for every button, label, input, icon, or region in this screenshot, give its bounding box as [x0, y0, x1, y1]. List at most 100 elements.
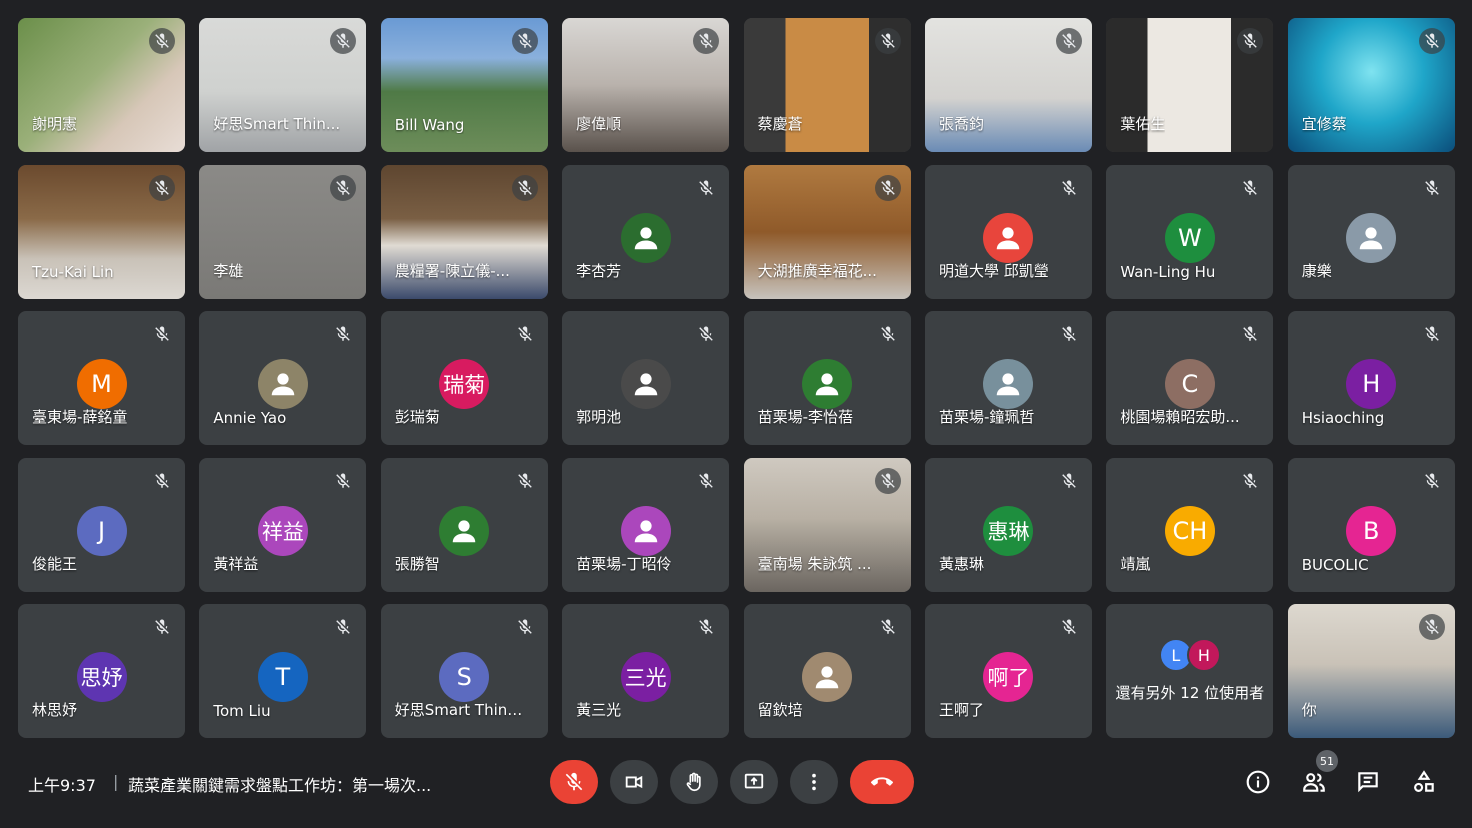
participant-tile[interactable]: 啊了 王啊了 — [924, 604, 1092, 738]
raise-hand-button[interactable] — [670, 760, 718, 804]
camera-toggle-button[interactable] — [610, 760, 658, 804]
mic-off-icon — [1418, 614, 1445, 640]
present-now-button[interactable] — [730, 760, 778, 804]
participant-tile[interactable]: S 好思Smart Thinki... — [380, 604, 548, 738]
more-options-button[interactable] — [790, 760, 838, 804]
participant-tile[interactable]: 你 — [1287, 604, 1455, 738]
participant-name: 李雄 — [213, 261, 244, 280]
participant-name: 彭瑞菊 — [394, 408, 440, 426]
mic-off-icon — [149, 28, 175, 54]
activities-icon — [1414, 770, 1434, 792]
participant-avatar: B — [1346, 505, 1397, 556]
participant-tile[interactable]: H Hsiaoching — [1287, 311, 1455, 445]
participant-tile[interactable]: 思妤 林思妤 — [18, 604, 185, 738]
participant-avatar — [257, 359, 308, 409]
participant-tile[interactable]: 宜修蔡 — [1287, 18, 1455, 152]
participant-name: 臺南場 朱詠筑 ... — [757, 554, 872, 573]
participant-tile[interactable]: 張勝智 — [380, 457, 548, 592]
mic-off-icon — [1419, 175, 1445, 201]
participant-tile[interactable]: 三光 黃三光 — [562, 604, 730, 738]
participant-name: 林思妤 — [32, 701, 78, 719]
mic-off-icon — [693, 321, 719, 347]
mic-off-icon — [511, 28, 538, 54]
participant-tile[interactable]: 廖偉順 — [562, 18, 730, 152]
participant-tile[interactable]: B BUCOLIC — [1287, 457, 1455, 592]
participant-avatar: T — [257, 652, 308, 702]
mic-off-icon — [1237, 321, 1263, 347]
mic-toggle-button[interactable] — [550, 760, 598, 804]
meeting-title[interactable]: 蔬菜產業關鍵需求盤點工作坊：第一場次... — [128, 772, 488, 796]
participant-tile[interactable]: 大湖推廣幸福花... — [743, 164, 911, 299]
participant-tile[interactable]: 祥益 黃祥益 — [199, 457, 367, 592]
chat-button[interactable] — [1350, 764, 1386, 800]
mic-off-icon — [511, 174, 538, 201]
participant-name: 俊能王 — [32, 554, 78, 573]
mic-off-icon — [875, 614, 901, 640]
participant-tile[interactable]: 張喬鈞 — [924, 18, 1092, 152]
participant-tile[interactable]: 苗栗場-李怡蓓 — [743, 311, 911, 445]
mic-off-icon — [149, 614, 175, 640]
participant-tile[interactable]: Annie Yao — [199, 311, 367, 445]
participant-name: 王啊了 — [938, 701, 984, 719]
participant-tile[interactable]: 農糧署-陳立儀-... — [380, 164, 548, 299]
participant-avatar — [620, 505, 671, 556]
bottom-control-bar: 上午9:37 | 蔬菜產業關鍵需求盤點工作坊：第一場次... 51 — [0, 748, 1472, 828]
participant-tile[interactable]: 謝明憲 — [18, 18, 185, 152]
participant-tile[interactable]: 李杏芳 — [562, 164, 730, 299]
mic-off-icon — [330, 614, 356, 640]
participant-avatar: S — [439, 652, 490, 702]
participant-tile[interactable]: 苗栗場-鐘珮哲 — [924, 311, 1092, 445]
participant-name: Tom Liu — [213, 702, 271, 720]
participant-avatar — [620, 359, 671, 409]
mic-off-icon — [512, 321, 538, 347]
participant-tile[interactable]: 葉佑生 — [1106, 18, 1274, 152]
participant-tile[interactable]: C 桃園場賴昭宏助... — [1106, 311, 1274, 445]
activities-button[interactable] — [1406, 764, 1442, 800]
participant-tile[interactable]: 蔡慶蒼 — [743, 18, 911, 152]
participant-tile[interactable]: 好思Smart Thin... — [199, 18, 367, 152]
mic-off-icon — [1056, 321, 1082, 347]
participant-avatar — [1346, 212, 1397, 263]
participant-tile[interactable]: T Tom Liu — [199, 604, 367, 738]
mic-off-icon — [874, 174, 901, 201]
participant-tile[interactable]: 瑞菊 彭瑞菊 — [380, 311, 548, 445]
participant-tile[interactable]: 惠琳 黃惠琳 — [924, 457, 1092, 592]
participant-tile[interactable]: J 俊能王 — [18, 457, 185, 592]
meeting-details-button[interactable] — [1240, 764, 1276, 800]
participant-name: 臺東場-薛銘童 — [32, 408, 128, 426]
participant-tile[interactable]: 苗栗場-丁昭伶 — [562, 457, 730, 592]
mic-off-icon — [565, 772, 583, 791]
mic-off-icon — [1056, 468, 1082, 494]
mic-off-icon — [693, 468, 719, 494]
participant-tile[interactable]: Tzu-Kai Lin — [18, 164, 185, 299]
participant-tile[interactable]: 李雄 — [199, 164, 367, 299]
participant-name: 黃惠琳 — [938, 554, 984, 573]
participant-tile[interactable]: 康樂 — [1287, 164, 1455, 299]
participant-count-badge: 51 — [1316, 750, 1338, 772]
participant-name: 好思Smart Thinki... — [394, 701, 525, 719]
participant-name: Annie Yao — [213, 409, 287, 427]
participant-tile[interactable]: W Wan-Ling Hu — [1106, 164, 1274, 299]
mic-off-icon — [874, 28, 901, 54]
participant-name: 廖偉順 — [576, 115, 622, 133]
participant-avatar: CH — [1164, 505, 1215, 556]
participant-avatar — [802, 652, 853, 702]
participant-name: 張喬鈞 — [938, 115, 984, 133]
participant-tile[interactable]: M 臺東場-薛銘童 — [18, 311, 185, 445]
participant-name: Tzu-Kai Lin — [32, 262, 114, 281]
participant-name: Hsiaoching — [1301, 409, 1385, 427]
participant-tile[interactable]: 留欽培 — [743, 604, 911, 738]
leave-call-button[interactable] — [850, 760, 914, 804]
participant-name: 靖嵐 — [1120, 554, 1151, 573]
more-vert-icon — [812, 773, 816, 791]
participant-tile[interactable]: 臺南場 朱詠筑 ... — [743, 457, 911, 592]
meeting-clock: 上午9:37 — [28, 776, 96, 795]
participant-tile[interactable]: CH 靖嵐 — [1106, 457, 1274, 592]
participant-tile[interactable]: 明道大學 邱凱瑩 — [924, 164, 1092, 299]
mic-off-icon — [512, 468, 538, 494]
overflow-participants-tile[interactable]: L H 還有另外 12 位使用者 — [1106, 604, 1274, 738]
mic-off-icon — [330, 468, 356, 494]
participant-tile[interactable]: Bill Wang — [380, 18, 548, 152]
participant-tile[interactable]: 郭明池 — [562, 311, 730, 445]
participant-name: 張勝智 — [394, 554, 440, 573]
